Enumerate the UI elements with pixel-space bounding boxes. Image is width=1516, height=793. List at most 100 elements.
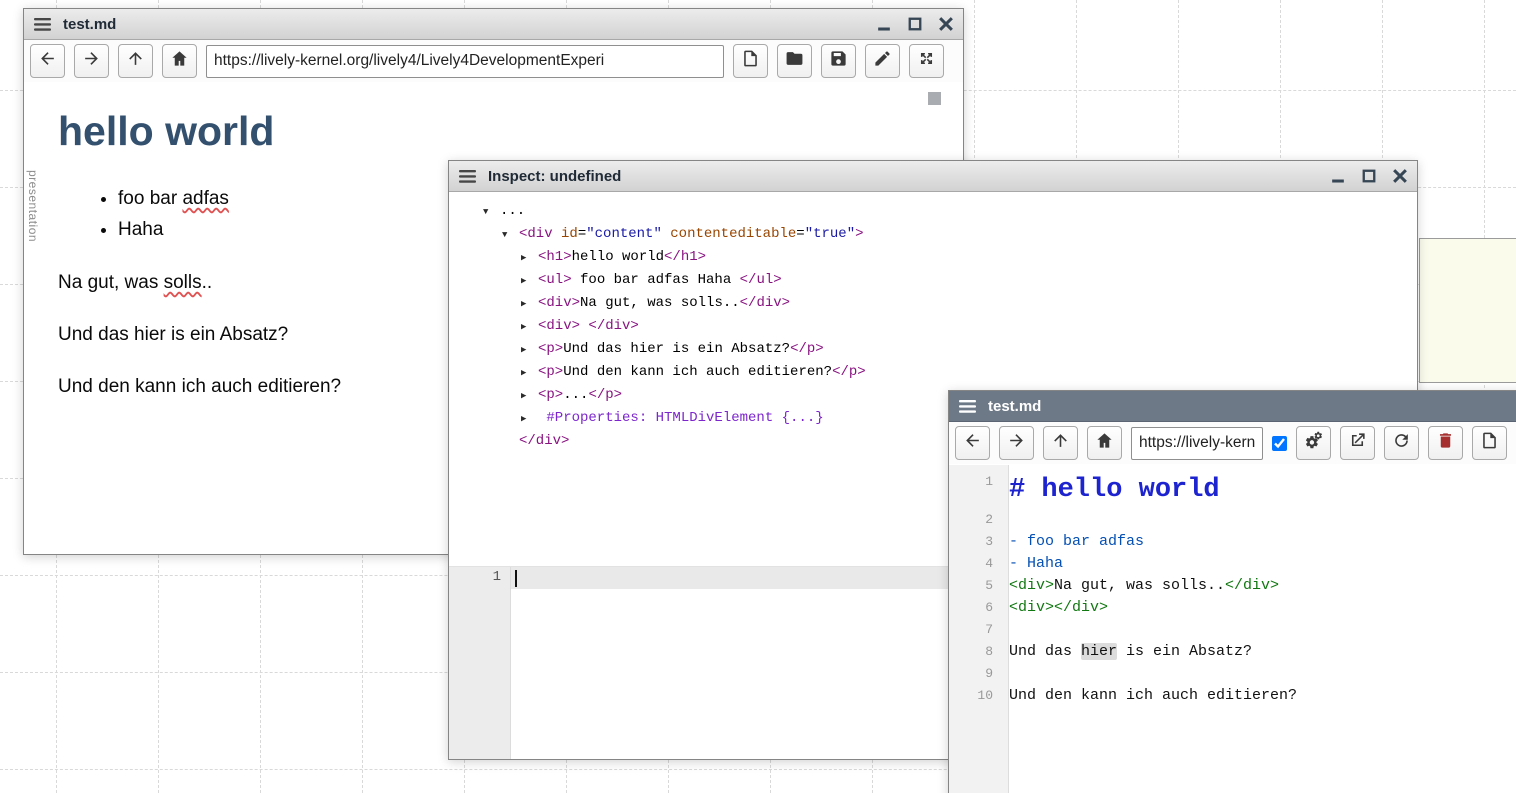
up-button[interactable] bbox=[118, 44, 153, 78]
expand-arrow-icon[interactable]: ▶ bbox=[521, 385, 538, 407]
close-button[interactable] bbox=[939, 17, 953, 31]
presentation-tab[interactable]: presentation bbox=[26, 170, 40, 242]
editor-line[interactable]: 7 bbox=[949, 619, 1516, 641]
titlebar[interactable]: Inspect: undefined bbox=[449, 161, 1417, 192]
minimize-button[interactable] bbox=[1331, 169, 1345, 183]
new-file-button[interactable] bbox=[1472, 426, 1507, 460]
new-file-icon bbox=[1480, 431, 1499, 455]
folder-icon bbox=[785, 49, 804, 73]
open-folder-button[interactable] bbox=[777, 44, 812, 78]
home-button[interactable] bbox=[162, 44, 197, 78]
line-number: 1 bbox=[493, 569, 501, 585]
open-external-button[interactable] bbox=[1340, 426, 1375, 460]
code-prop: #Properties: HTMLDivElement {...} bbox=[538, 410, 824, 426]
refresh-icon bbox=[1392, 431, 1411, 455]
line-number: 9 bbox=[949, 663, 1001, 685]
menu-icon[interactable] bbox=[459, 170, 476, 183]
titlebar[interactable]: test.md bbox=[949, 391, 1516, 422]
back-icon bbox=[963, 431, 982, 455]
tree-node[interactable]: ▶<ul> foo bar adfas Haha </ul> bbox=[449, 269, 1417, 292]
tree-node[interactable]: ▶<div>Na gut, was solls..</div> bbox=[449, 292, 1417, 315]
code-tag: </p> bbox=[588, 387, 622, 403]
save-button[interactable] bbox=[821, 44, 856, 78]
tree-node[interactable]: ▶<div> </div> bbox=[449, 315, 1417, 338]
editor-line[interactable]: 10Und den kann ich auch editieren? bbox=[949, 685, 1516, 707]
editor-line[interactable]: 1# hello world bbox=[949, 471, 1516, 509]
code-txt: Na gut, was solls.. bbox=[580, 295, 740, 311]
tree-node[interactable]: ▼<div id="content" contenteditable="true… bbox=[449, 223, 1417, 246]
code-txt bbox=[662, 226, 670, 242]
collapse-arrow-icon[interactable]: ▼ bbox=[483, 201, 500, 223]
action-button-group bbox=[733, 44, 944, 78]
code-editor[interactable]: 1# hello world23- foo bar adfas4- Haha5<… bbox=[949, 465, 1516, 793]
editor-line[interactable]: 2 bbox=[949, 509, 1516, 531]
editor-line[interactable]: 4- Haha bbox=[949, 553, 1516, 575]
editor-line[interactable]: 8Und das hier is ein Absatz? bbox=[949, 641, 1516, 663]
url-input[interactable] bbox=[1131, 427, 1263, 460]
expand-button[interactable] bbox=[909, 44, 944, 78]
line-content: <div></div> bbox=[1001, 597, 1108, 619]
expand-arrow-icon[interactable]: ▶ bbox=[521, 408, 538, 430]
checkbox-input[interactable] bbox=[1272, 436, 1287, 451]
code-tag: <h1> bbox=[538, 249, 572, 265]
edit-button[interactable] bbox=[865, 44, 900, 78]
line-number: 3 bbox=[949, 531, 1001, 553]
expand-arrow-icon[interactable]: ▶ bbox=[521, 316, 538, 338]
maximize-button[interactable] bbox=[908, 17, 922, 31]
back-button[interactable] bbox=[955, 426, 990, 460]
new-file-icon bbox=[741, 49, 760, 73]
trash-icon bbox=[1436, 431, 1455, 455]
line-content: - Haha bbox=[1001, 553, 1063, 575]
back-icon bbox=[38, 49, 57, 73]
editor-line[interactable]: 5<div>Na gut, was solls..</div> bbox=[949, 575, 1516, 597]
collapse-arrow-icon[interactable]: ▼ bbox=[502, 224, 519, 246]
forward-button[interactable] bbox=[999, 426, 1034, 460]
tree-node[interactable]: ▶<h1>hello world</h1> bbox=[449, 246, 1417, 269]
auto-update-checkbox[interactable] bbox=[1272, 436, 1287, 451]
text-run: Und den kann ich auch editieren? bbox=[58, 376, 341, 397]
up-button[interactable] bbox=[1043, 426, 1078, 460]
menu-icon[interactable] bbox=[34, 18, 51, 31]
code-txt bbox=[553, 226, 561, 242]
code-tag: <p> bbox=[538, 364, 563, 380]
window-controls bbox=[877, 17, 953, 31]
back-button[interactable] bbox=[30, 44, 65, 78]
expand-arrow-icon[interactable]: ▶ bbox=[521, 362, 538, 384]
code-tag: > bbox=[855, 226, 863, 242]
line-number: 1 bbox=[949, 471, 1001, 493]
token-highlight: hier bbox=[1081, 643, 1117, 660]
menu-icon[interactable] bbox=[959, 400, 976, 413]
close-button[interactable] bbox=[1393, 169, 1407, 183]
forward-icon bbox=[1007, 431, 1026, 455]
code-tag: <p> bbox=[538, 387, 563, 403]
editor-line[interactable]: 9 bbox=[949, 663, 1516, 685]
tree-node[interactable]: ▶<p>Und das hier is ein Absatz?</p> bbox=[449, 338, 1417, 361]
editor-line[interactable]: 6<div></div> bbox=[949, 597, 1516, 619]
titlebar[interactable]: test.md bbox=[24, 9, 963, 40]
expand-arrow-icon[interactable]: ▶ bbox=[521, 339, 538, 361]
token-plain: Na gut, was solls.. bbox=[1054, 577, 1225, 594]
expand-icon bbox=[917, 49, 936, 73]
settings-button[interactable] bbox=[1296, 426, 1331, 460]
home-button[interactable] bbox=[1087, 426, 1122, 460]
forward-button[interactable] bbox=[74, 44, 109, 78]
code-tag: </ul> bbox=[740, 272, 782, 288]
token-plain: Und das bbox=[1009, 643, 1081, 660]
tree-node[interactable]: ▼... bbox=[449, 200, 1417, 223]
expand-arrow-icon[interactable]: ▶ bbox=[521, 270, 538, 292]
new-file-button[interactable] bbox=[733, 44, 768, 78]
delete-button[interactable] bbox=[1428, 426, 1463, 460]
expand-arrow-icon[interactable]: ▶ bbox=[521, 293, 538, 315]
up-icon bbox=[1051, 431, 1070, 455]
expand-arrow-icon[interactable]: ▶ bbox=[521, 247, 538, 269]
window-title: test.md bbox=[988, 398, 1041, 415]
code-tag: <ul> bbox=[538, 272, 572, 288]
tree-node[interactable]: ▶<p>Und den kann ich auch editieren?</p> bbox=[449, 361, 1417, 384]
refresh-button[interactable] bbox=[1384, 426, 1419, 460]
line-number: 7 bbox=[949, 619, 1001, 641]
minimize-button[interactable] bbox=[877, 17, 891, 31]
maximize-button[interactable] bbox=[1362, 169, 1376, 183]
url-input[interactable] bbox=[206, 45, 724, 78]
line-content: Und das hier is ein Absatz? bbox=[1001, 641, 1252, 663]
editor-line[interactable]: 3- foo bar adfas bbox=[949, 531, 1516, 553]
